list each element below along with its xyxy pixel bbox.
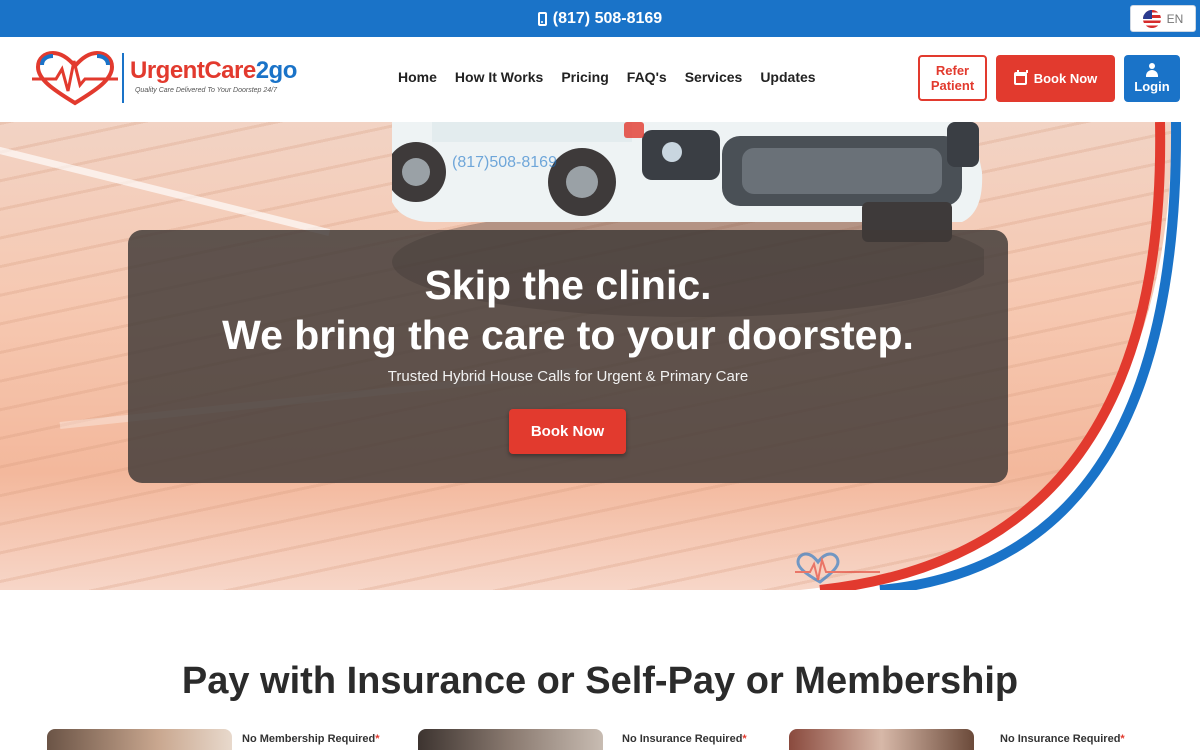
hero-title: Skip the clinic. We bring the care to yo… — [128, 260, 1008, 360]
logo-wordmark: UrgentCare2go — [130, 57, 297, 84]
nav-pricing[interactable]: Pricing — [561, 69, 608, 85]
heart-pulse-logo-icon — [32, 51, 118, 106]
site-header: UrgentCare2go Quality Care Delivered To … — [0, 37, 1200, 122]
login-label: Login — [1134, 79, 1170, 94]
card-label: No Insurance Required* — [1000, 733, 1125, 745]
payment-section-title: Pay with Insurance or Self-Pay or Member… — [181, 660, 1019, 702]
nav-updates[interactable]: Updates — [760, 69, 815, 85]
calendar-icon — [1013, 70, 1028, 85]
hero-book-now-button[interactable]: Book Now — [509, 409, 626, 454]
nav-services[interactable]: Services — [685, 69, 743, 85]
user-icon — [1145, 63, 1159, 77]
payment-card-self-pay[interactable]: No Insurance Required* — [418, 729, 778, 750]
payment-card-membership[interactable]: No Membership Required* — [47, 729, 407, 750]
hero-title-line2: We bring the care to your doorstep. — [222, 312, 914, 358]
logo-tagline: Quality Care Delivered To Your Doorstep … — [134, 87, 278, 94]
phone-link[interactable]: (817) 508-8169 — [0, 0, 1200, 37]
phone-icon — [537, 11, 547, 26]
language-selector[interactable]: EN — [1130, 5, 1196, 32]
card-photo — [418, 729, 603, 750]
card-photo — [47, 729, 232, 750]
language-label: EN — [1166, 11, 1184, 26]
card-photo — [789, 729, 974, 750]
phone-number: (817) 508-8169 — [552, 9, 663, 27]
book-now-label: Book Now — [1033, 71, 1098, 86]
card-label: No Insurance Required* — [622, 733, 747, 745]
top-bar: (817) 508-8169 EN — [0, 0, 1200, 37]
logo-divider — [122, 53, 124, 103]
hero-card: Skip the clinic. We bring the care to yo… — [128, 230, 1008, 483]
site-logo[interactable]: UrgentCare2go Quality Care Delivered To … — [32, 51, 297, 107]
hero-section: (817)508-8169 Skip the clinic. We bring … — [0, 122, 1200, 590]
nav-how-it-works[interactable]: How It Works — [455, 69, 543, 85]
nav-home[interactable]: Home — [398, 69, 437, 85]
us-flag-icon — [1142, 9, 1161, 28]
card-label: No Membership Required* — [242, 733, 380, 745]
payment-card-insurance[interactable]: No Insurance Required* — [789, 729, 1149, 750]
nav-faqs[interactable]: FAQ's — [627, 69, 667, 85]
book-now-button[interactable]: Book Now — [996, 55, 1115, 102]
main-nav: Home How It Works Pricing FAQ's Services… — [398, 69, 816, 85]
hero-title-line1: Skip the clinic. — [424, 262, 712, 308]
login-button[interactable]: Login — [1124, 55, 1180, 102]
hero-subtitle: Trusted Hybrid House Calls for Urgent & … — [387, 368, 749, 385]
refer-patient-button[interactable]: Refer Patient — [918, 55, 987, 101]
